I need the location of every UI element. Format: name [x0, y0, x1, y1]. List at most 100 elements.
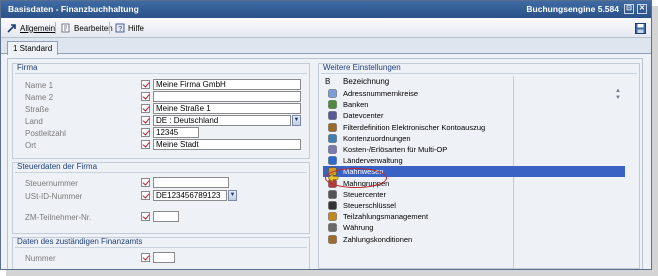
country-dropdown-icon[interactable]: ▼ — [292, 115, 301, 126]
installment-icon — [328, 212, 337, 221]
settings-list-item-label: Banken — [343, 100, 369, 110]
vat-id-dropdown-icon[interactable]: ▼ — [228, 190, 237, 201]
settings-list-item-label: Zahlungskonditionen — [343, 234, 413, 244]
toolbar-divider — [109, 22, 110, 34]
window-title: Basisdaten - Finanzbuchhaltung — [8, 4, 139, 14]
tax-key-icon — [328, 201, 337, 210]
tax-number-label: Steuernummer — [25, 179, 78, 188]
settings-list-item[interactable]: Währung — [323, 222, 625, 233]
settings-list-item[interactable]: Datevcenter — [323, 110, 625, 121]
arrow-icon — [7, 23, 17, 33]
city-field[interactable]: Meine Stadt — [153, 139, 301, 150]
weitere-group-title: Weitere Einstellungen — [323, 63, 401, 72]
edit-icon — [61, 23, 71, 33]
street-label: Straße — [25, 105, 50, 114]
vat-id-label: USt-ID-Nummer — [25, 192, 83, 201]
name2-checkbox[interactable] — [141, 92, 150, 101]
settings-list-item[interactable]: Länderverwaltung — [323, 155, 625, 166]
menu-hilfe[interactable]: ? Hilfe — [115, 22, 144, 34]
office-number-checkbox[interactable] — [141, 253, 150, 262]
firma-group-title: Firma — [17, 63, 38, 72]
zip-label: Postleitzahl — [25, 129, 66, 138]
settings-list-item-label: Kosten-/Erlösarten für Multi-OP — [343, 145, 448, 154]
steuer-group-title: Steuerdaten der Firma — [17, 162, 98, 171]
settings-list-item-label: Datevcenter — [343, 111, 384, 121]
zm-label: ZM-Teilnehmer-Nr. — [25, 213, 92, 222]
tab-standard[interactable]: 1 Standard — [7, 41, 59, 55]
office-number-field[interactable] — [153, 252, 175, 263]
zip-checkbox[interactable] — [141, 128, 150, 137]
zip-field[interactable]: 12345 — [153, 127, 199, 138]
vat-id-select[interactable]: DE123456789123 — [153, 190, 227, 201]
menu-bearbeiten[interactable]: Bearbeiten — [61, 22, 113, 34]
content-panel: Firma Name 1 Meine Firma GmbH Name 2 Str… — [7, 58, 643, 269]
city-label: Ort — [25, 141, 37, 150]
menu-hilfe-label: Hilfe — [128, 23, 145, 33]
settings-list-item[interactable]: Adressnummernkreise — [323, 88, 625, 99]
tax-number-checkbox[interactable] — [141, 178, 150, 187]
pointer-hand-icon — [327, 173, 339, 183]
country-checkbox[interactable] — [141, 116, 150, 125]
currency-icon — [328, 223, 337, 233]
settings-list-item-label: Währung — [343, 223, 374, 233]
close-button[interactable]: ✕ — [637, 4, 647, 14]
toolbar-divider — [55, 22, 56, 34]
settings-list-item[interactable]: Banken — [323, 99, 625, 110]
globe-icon — [328, 156, 337, 165]
street-field[interactable]: Meine Straße 1 — [153, 103, 301, 114]
settings-list-item-label: Kontenzuordnungen — [343, 133, 411, 143]
settings-list-item-label: Filterdefinition Elektronischer Kontoaus… — [343, 122, 486, 132]
menu-allgemein-label: Allgemein — [20, 23, 56, 33]
help-icon: ? — [115, 23, 125, 33]
settings-list-item-label: Teilzahlungsmanagement — [343, 212, 429, 222]
country-select[interactable]: DE : Deutschland — [153, 115, 291, 126]
finanzamt-group: Daten des zuständigen Finanzamts Nummer — [12, 237, 310, 269]
zm-field[interactable] — [153, 211, 179, 222]
settings-list-item-label: Steuercenter — [343, 189, 386, 199]
group-divider — [15, 73, 307, 74]
finanzamt-group-title: Daten des zuständigen Finanzamts — [17, 237, 143, 246]
restore-button[interactable]: ⊡ — [624, 4, 634, 14]
column-header-bezeichnung[interactable]: Bezeichnung — [343, 77, 389, 86]
settings-list-item[interactable]: Kosten-/Erlösarten für Multi-OP — [323, 144, 625, 155]
app-window: Basisdaten - Finanzbuchhaltung Buchungse… — [0, 0, 652, 270]
toolbar: Allgemein Bearbeiten ? Hilfe — [1, 18, 651, 38]
settings-list-item[interactable]: Filterdefinition Elektronischer Kontoaus… — [323, 122, 625, 133]
save-icon — [635, 23, 646, 34]
save-button[interactable] — [635, 22, 646, 34]
city-checkbox[interactable] — [141, 140, 150, 149]
settings-list-item[interactable]: Kontenzuordnungen — [323, 133, 625, 144]
tax-number-field[interactable] — [153, 177, 229, 188]
svg-text:?: ? — [118, 26, 122, 33]
settings-list-item-label: Adressnummernkreise — [343, 89, 419, 98]
name2-field[interactable] — [153, 91, 301, 102]
menu-bearbeiten-label: Bearbeiten — [74, 23, 113, 33]
settings-list-item[interactable]: Steuercenter — [323, 189, 625, 200]
group-divider — [15, 172, 307, 173]
list-header: B Bezeichnung — [323, 76, 631, 269]
settings-list-item[interactable]: Steuerschlüssel — [323, 200, 625, 211]
street-checkbox[interactable] — [141, 104, 150, 113]
engine-version: Buchungsengine 5.584 — [526, 4, 619, 14]
column-header-b[interactable]: B — [325, 77, 330, 86]
weitere-group: Weitere Einstellungen B Bezeichnung ▲ ▼ A… — [318, 63, 640, 269]
name1-field[interactable]: Meine Firma GmbH — [153, 79, 301, 90]
zm-checkbox[interactable] — [141, 212, 150, 221]
filter-icon — [328, 122, 337, 132]
office-number-label: Nummer — [25, 254, 56, 263]
tax-center-icon — [328, 190, 337, 199]
settings-list-item-label: Länderverwaltung — [343, 156, 403, 166]
vat-id-checkbox[interactable] — [141, 191, 150, 200]
group-divider — [321, 73, 637, 74]
cost-types-icon — [328, 145, 337, 154]
firma-group: Firma Name 1 Meine Firma GmbH Name 2 Str… — [12, 63, 310, 159]
country-label: Land — [25, 117, 43, 126]
settings-list-item[interactable]: Zahlungskonditionen — [323, 234, 625, 245]
title-bar: Basisdaten - Finanzbuchhaltung Buchungse… — [1, 1, 651, 18]
payment-terms-icon — [328, 234, 337, 244]
menu-allgemein[interactable]: Allgemein — [7, 22, 55, 34]
name1-label: Name 1 — [25, 81, 54, 90]
settings-list-item-label: Steuerschlüssel — [343, 201, 396, 210]
settings-list-item[interactable]: Teilzahlungsmanagement — [323, 211, 625, 222]
name1-checkbox[interactable] — [141, 80, 150, 89]
